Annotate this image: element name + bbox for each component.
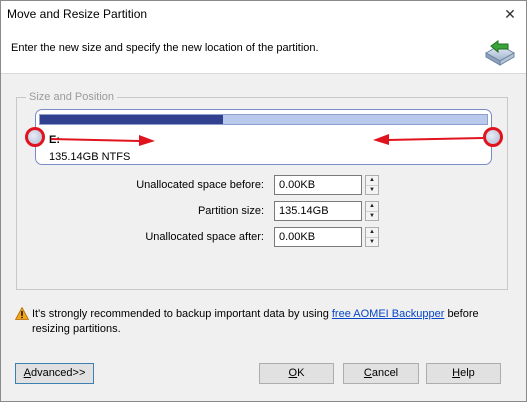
window-title: Move and Resize Partition: [7, 7, 148, 21]
field-label-partition-size: Partition size:: [197, 205, 264, 217]
backupper-link[interactable]: free AOMEI Backupper: [332, 308, 445, 320]
left-arrow-icon: [373, 134, 484, 145]
advanced-button[interactable]: Advanced>>: [15, 363, 94, 384]
partition-used-fill: [40, 115, 224, 124]
stepper-up-icon[interactable]: ▲: [366, 228, 378, 237]
title-bar: Move and Resize Partition ✕: [1, 1, 526, 28]
partition-size-stepper[interactable]: ▲ ▼: [365, 201, 379, 221]
warning-icon: [15, 307, 29, 320]
right-arrow-icon: [50, 135, 155, 146]
warning-prefix: It's strongly recommended to backup impo…: [32, 308, 329, 320]
stepper-up-icon[interactable]: ▲: [366, 176, 378, 185]
close-icon: ✕: [504, 6, 516, 22]
unallocated-after-stepper[interactable]: ▲ ▼: [365, 227, 379, 247]
help-mnemonic: H: [452, 367, 461, 379]
header-instruction: Enter the new size and specify the new l…: [11, 42, 319, 54]
ok-mnemonic: O: [288, 367, 298, 379]
help-label: elp: [460, 367, 475, 379]
ok-label: K: [297, 367, 305, 379]
stepper-up-icon[interactable]: ▲: [366, 202, 378, 211]
partition-bar: [39, 114, 488, 125]
unallocated-after-input[interactable]: [274, 227, 362, 247]
stepper-down-icon[interactable]: ▼: [366, 211, 378, 220]
field-label-unallocated-before: Unallocated space before:: [136, 179, 264, 191]
dialog-header: Enter the new size and specify the new l…: [1, 28, 526, 74]
help-button[interactable]: Help: [426, 363, 501, 384]
disk-resize-icon: [484, 40, 516, 66]
partition-summary: 135.14GB NTFS: [49, 151, 131, 163]
partition-size-input[interactable]: [274, 201, 362, 221]
unallocated-before-stepper[interactable]: ▲ ▼: [365, 175, 379, 195]
dialog-window: Move and Resize Partition ✕ Enter the ne…: [0, 0, 527, 402]
unallocated-before-input[interactable]: [274, 175, 362, 195]
advanced-mnemonic: A: [23, 367, 31, 379]
stepper-down-icon[interactable]: ▼: [366, 237, 378, 246]
close-button[interactable]: ✕: [500, 5, 520, 23]
left-resize-handle[interactable]: [25, 127, 45, 147]
advanced-label: dvanced>>: [30, 367, 86, 379]
stepper-down-icon[interactable]: ▼: [366, 185, 378, 194]
ok-button[interactable]: OK: [259, 363, 334, 384]
field-label-unallocated-after: Unallocated space after:: [145, 231, 264, 243]
cancel-button[interactable]: Cancel: [343, 363, 419, 384]
backup-warning: It's strongly recommended to backup impo…: [32, 307, 492, 337]
cancel-mnemonic: C: [363, 367, 372, 379]
cancel-label: ancel: [371, 367, 399, 379]
right-resize-handle[interactable]: [483, 127, 503, 147]
group-title: Size and Position: [26, 91, 117, 103]
